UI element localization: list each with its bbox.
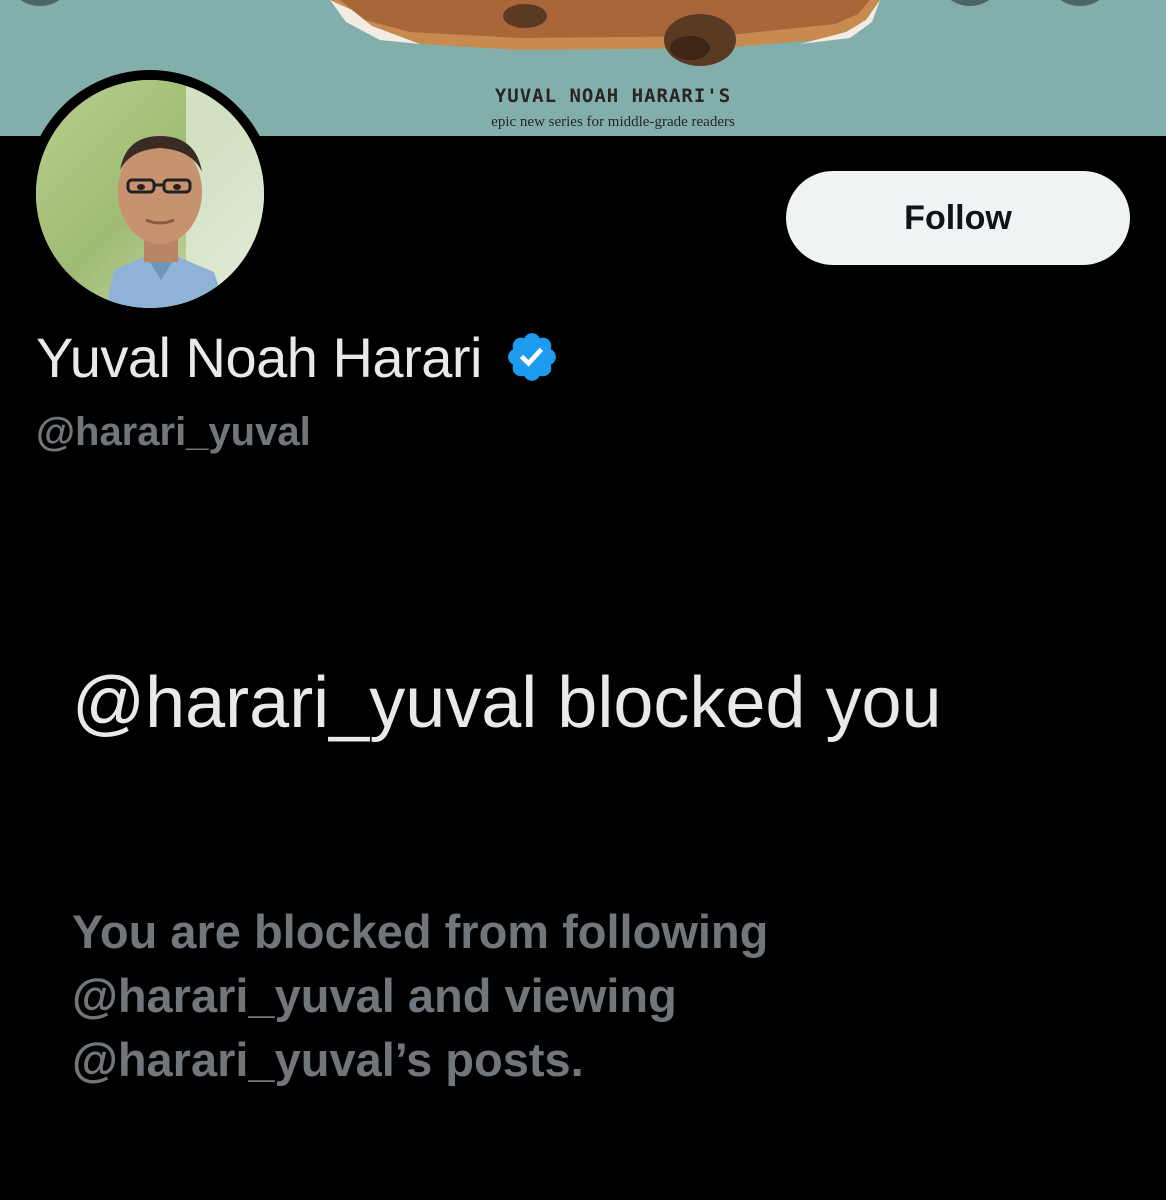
- profile-name-row: Yuval Noah Harari: [36, 322, 560, 392]
- avatar-photo: [36, 80, 264, 308]
- display-name: Yuval Noah Harari: [36, 325, 482, 389]
- profile-handle: @harari_yuval: [36, 410, 311, 454]
- blocked-description: You are blocked from following @harari_y…: [72, 905, 769, 1086]
- verified-badge-icon[interactable]: [504, 329, 560, 385]
- avatar-ring: [26, 70, 274, 318]
- avatar[interactable]: [36, 80, 264, 308]
- follow-button[interactable]: Follow: [786, 171, 1130, 265]
- blocked-title: @harari_yuval blocked you: [72, 663, 942, 743]
